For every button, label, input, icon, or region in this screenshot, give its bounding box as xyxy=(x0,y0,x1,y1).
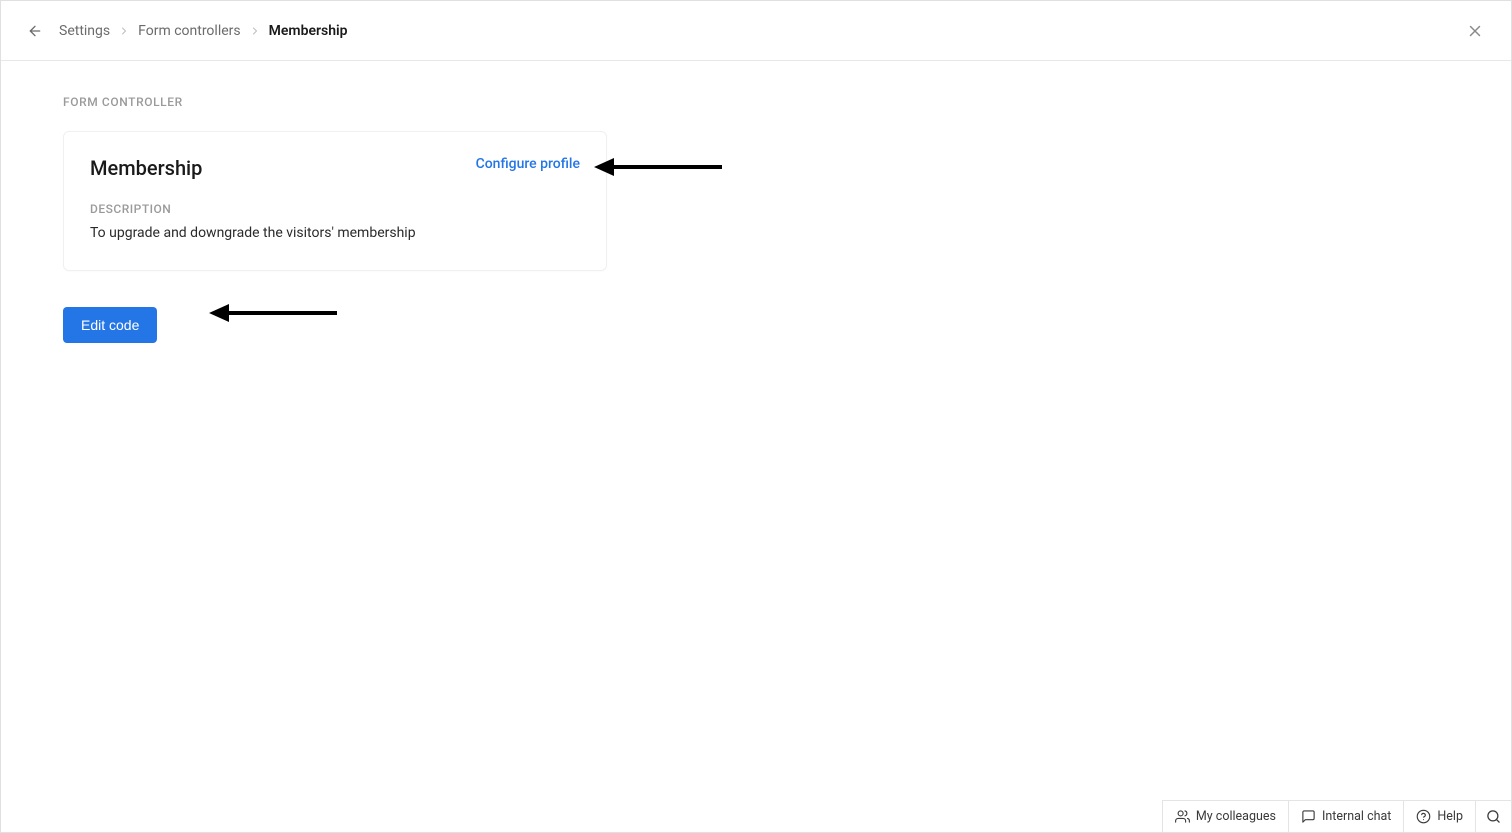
configure-profile-link[interactable]: Configure profile xyxy=(476,156,580,172)
breadcrumb-current: Membership xyxy=(269,23,348,39)
internal-chat-button[interactable]: Internal chat xyxy=(1289,801,1404,832)
my-colleagues-label: My colleagues xyxy=(1196,809,1276,824)
internal-chat-label: Internal chat xyxy=(1322,809,1391,824)
description-text: To upgrade and downgrade the visitors' m… xyxy=(90,224,580,244)
main-content: FORM CONTROLLER Membership Configure pro… xyxy=(1,61,1511,377)
header-bar: Settings Form controllers Membership xyxy=(1,1,1511,61)
section-label: FORM CONTROLLER xyxy=(63,95,1449,109)
form-controller-card: Membership Configure profile DESCRIPTION… xyxy=(63,131,607,271)
description-label: DESCRIPTION xyxy=(90,202,580,216)
breadcrumb: Settings Form controllers Membership xyxy=(59,23,348,39)
close-icon[interactable] xyxy=(1463,19,1487,43)
back-arrow-icon[interactable] xyxy=(25,21,45,41)
help-button[interactable]: Help xyxy=(1404,801,1476,832)
help-icon xyxy=(1416,809,1431,824)
card-header: Membership Configure profile xyxy=(90,156,580,180)
my-colleagues-button[interactable]: My colleagues xyxy=(1163,801,1289,832)
footer-bar: My colleagues Internal chat Help xyxy=(1162,800,1511,832)
help-label: Help xyxy=(1437,809,1463,824)
card-title: Membership xyxy=(90,156,202,180)
breadcrumb-settings[interactable]: Settings xyxy=(59,23,110,39)
chat-icon xyxy=(1301,809,1316,824)
chevron-right-icon xyxy=(118,25,130,37)
breadcrumb-form-controllers[interactable]: Form controllers xyxy=(138,23,241,39)
edit-code-button[interactable]: Edit code xyxy=(63,307,157,343)
colleagues-icon xyxy=(1175,809,1190,824)
chevron-right-icon xyxy=(249,25,261,37)
search-button[interactable] xyxy=(1476,801,1511,832)
search-icon xyxy=(1486,809,1501,824)
